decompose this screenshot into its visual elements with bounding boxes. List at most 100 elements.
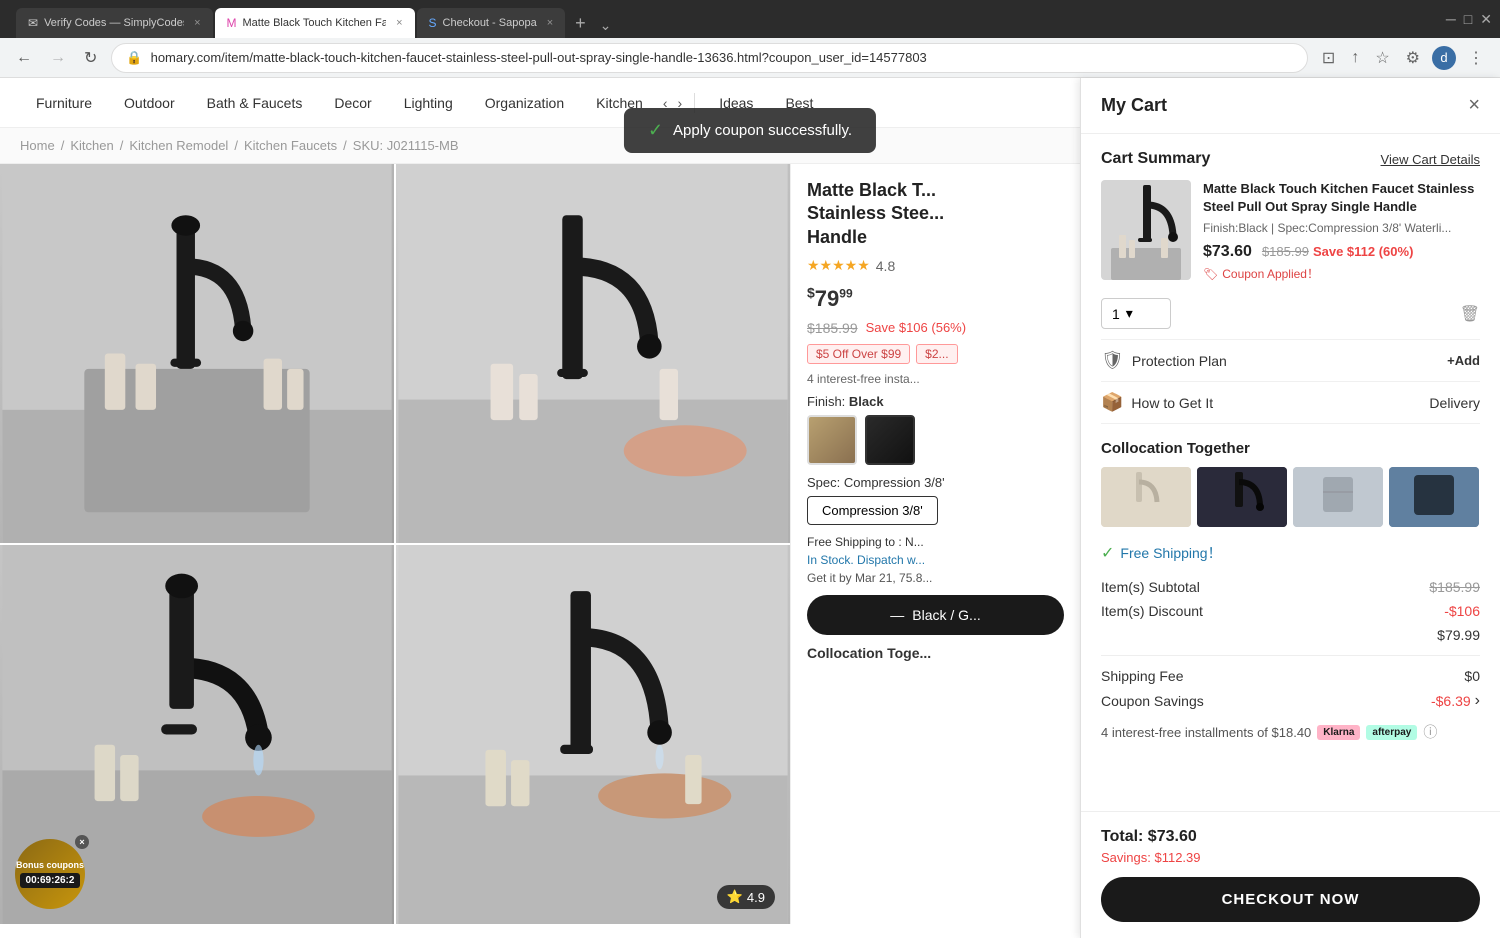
share-icon[interactable]: ↑ bbox=[1347, 45, 1363, 71]
tab-homary[interactable]: M Matte Black Touch Kitchen Faucet St...… bbox=[215, 8, 415, 38]
breadcrumb: Home / Kitchen / Kitchen Remodel / Kitch… bbox=[0, 128, 1080, 164]
reload-button[interactable]: ↻ bbox=[80, 44, 101, 72]
cart-title: My Cart bbox=[1101, 95, 1167, 116]
breadcrumb-home[interactable]: Home bbox=[20, 138, 55, 153]
main-wrapper: Furniture Outdoor Bath & Faucets Decor L… bbox=[0, 78, 1500, 938]
coupon-expand-icon[interactable]: › bbox=[1475, 692, 1480, 710]
discount-row: Item(s) Discount -$106 bbox=[1101, 599, 1480, 623]
breadcrumb-sku: SKU: J021115-MB bbox=[353, 138, 459, 153]
tab-close[interactable]: × bbox=[547, 17, 553, 29]
breadcrumb-faucets[interactable]: Kitchen Faucets bbox=[244, 138, 337, 153]
cart-item-name: Matte Black Touch Kitchen Faucet Stainle… bbox=[1203, 180, 1480, 216]
close-button[interactable]: ✕ bbox=[1480, 11, 1492, 28]
discount-value: -$106 bbox=[1444, 603, 1480, 619]
add-to-cart-button[interactable]: — Black / G... bbox=[807, 595, 1064, 635]
faucet-image-1 bbox=[0, 164, 394, 543]
nav-item-lighting[interactable]: Lighting bbox=[388, 78, 469, 128]
spec-section: Spec: Compression 3/8' Compression 3/8' bbox=[807, 475, 1064, 525]
subtotal-after-discount-row: $79.99 bbox=[1101, 623, 1480, 647]
promo-tag-1[interactable]: $5 Off Over $99 bbox=[807, 344, 910, 364]
quantity-selector[interactable]: 1 ▾ bbox=[1101, 298, 1171, 329]
cart-footer: Total: $73.60 Savings: $112.39 CHECKOUT … bbox=[1081, 811, 1500, 938]
url-bar[interactable]: 🔒 homary.com/item/matte-black-touch-kitc… bbox=[111, 43, 1308, 73]
protection-plan-left: 🛡 Protection Plan bbox=[1101, 350, 1227, 371]
breadcrumb-kitchen[interactable]: Kitchen bbox=[70, 138, 113, 153]
breadcrumb-remodel[interactable]: Kitchen Remodel bbox=[129, 138, 228, 153]
maximize-button[interactable]: □ bbox=[1464, 11, 1472, 27]
coupon-savings-row[interactable]: Coupon Savings -$6.39 › bbox=[1101, 688, 1480, 714]
installment-info-icon[interactable]: ⓘ bbox=[1423, 722, 1437, 742]
tab-label: Checkout - Sapopa bbox=[443, 17, 537, 29]
swatch-gold[interactable] bbox=[807, 415, 857, 465]
checkout-button[interactable]: CHECKOUT NOW bbox=[1101, 877, 1480, 922]
nav-item-decor[interactable]: Decor bbox=[318, 78, 387, 128]
bookmark-icon[interactable]: ☆ bbox=[1371, 44, 1393, 72]
tab-label: Verify Codes — SimplyCodes bbox=[44, 17, 184, 29]
total-row: Total: $73.60 bbox=[1101, 828, 1480, 846]
profile-icon[interactable]: d bbox=[1432, 46, 1456, 70]
tab-close[interactable]: × bbox=[396, 17, 402, 29]
cart-header: My Cart × bbox=[1081, 78, 1500, 134]
rating-value: 4.9 bbox=[747, 890, 765, 905]
nav-item-furniture[interactable]: Furniture bbox=[20, 78, 108, 128]
product-image-4[interactable]: ⭐ 4.9 bbox=[396, 545, 790, 924]
tab-overflow-button[interactable]: ⌄ bbox=[596, 13, 616, 38]
shipping-info: Free Shipping to : N... bbox=[807, 535, 1064, 549]
collocation-item-1[interactable] bbox=[1101, 467, 1191, 527]
tab-bar: ✉ Verify Codes — SimplyCodes × M Matte B… bbox=[8, 0, 1440, 38]
swatch-black[interactable] bbox=[865, 415, 915, 465]
extensions-icon[interactable]: ⚙ bbox=[1402, 44, 1424, 72]
tab-simpycodes[interactable]: ✉ Verify Codes — SimplyCodes × bbox=[16, 8, 213, 38]
nav-item-organization[interactable]: Organization bbox=[469, 78, 580, 128]
collocation-item-4[interactable] bbox=[1389, 467, 1479, 527]
coupon-icon: 🏷 bbox=[1203, 267, 1218, 281]
delivery-value[interactable]: Delivery bbox=[1429, 395, 1480, 411]
back-button[interactable]: ← bbox=[12, 45, 36, 71]
bonus-close[interactable]: × bbox=[75, 835, 89, 849]
cart-item-pricing: $73.60 $185.99 Save $112 (60%) bbox=[1203, 243, 1480, 261]
rating-section: ★★★★★ 4.8 bbox=[807, 257, 1064, 274]
forward-button[interactable]: → bbox=[46, 45, 70, 71]
spec-label: Spec: Compression 3/8' bbox=[807, 475, 1064, 490]
price-breakdown: Item(s) Subtotal $185.99 Item(s) Discoun… bbox=[1101, 575, 1480, 714]
collocation-item-3[interactable] bbox=[1293, 467, 1383, 527]
lock-icon: 🔒 bbox=[126, 50, 142, 66]
cart-item-save: Save $112 (60%) bbox=[1313, 244, 1413, 259]
promo-tag-2[interactable]: $2... bbox=[916, 344, 957, 364]
tab-sapopa[interactable]: S Checkout - Sapopa × bbox=[417, 8, 566, 38]
add-protection-button[interactable]: +Add bbox=[1447, 353, 1480, 368]
stock-info: In Stock. Dispatch w... bbox=[807, 553, 1064, 567]
cart-close-button[interactable]: × bbox=[1468, 94, 1480, 117]
product-image-2[interactable] bbox=[396, 164, 790, 543]
main-nav: Furniture Outdoor Bath & Faucets Decor L… bbox=[0, 78, 1080, 128]
product-image-1[interactable] bbox=[0, 164, 394, 543]
promo-tags: $5 Off Over $99 $2... bbox=[807, 344, 1064, 364]
collocation-header: Collocation Together bbox=[1101, 440, 1480, 457]
bonus-timer: 00:69:26:2 bbox=[20, 873, 81, 888]
product-image-3[interactable]: × Bonus coupons 00:69:26:2 bbox=[0, 545, 394, 924]
product-title: Matte Black T...Stainless Stee...Handle bbox=[807, 179, 1064, 249]
nav-item-bath-faucets[interactable]: Bath & Faucets bbox=[191, 78, 319, 128]
rating-badge: ⭐ 4.9 bbox=[717, 885, 775, 909]
tab-favicon: M bbox=[227, 16, 237, 30]
collocation-item-2[interactable] bbox=[1197, 467, 1287, 527]
view-cart-link[interactable]: View Cart Details bbox=[1381, 152, 1480, 167]
new-tab-button[interactable]: + bbox=[567, 9, 594, 38]
cart-summary-header: Cart Summary View Cart Details bbox=[1101, 150, 1480, 168]
free-shipping-text: Free Shipping！ bbox=[1120, 543, 1221, 563]
delete-item-button[interactable]: 🗑 bbox=[1460, 304, 1480, 324]
spec-button[interactable]: Compression 3/8' bbox=[807, 496, 938, 525]
collocation-img-2 bbox=[1197, 467, 1287, 527]
menu-icon[interactable]: ⋮ bbox=[1464, 44, 1488, 72]
breadcrumb-sep: / bbox=[343, 138, 347, 153]
minimize-button[interactable]: ─ bbox=[1446, 11, 1456, 27]
free-shipping-check-icon: ✓ bbox=[1101, 543, 1114, 563]
protection-plan-row: 🛡 Protection Plan +Add bbox=[1101, 339, 1480, 381]
nav-item-outdoor[interactable]: Outdoor bbox=[108, 78, 191, 128]
free-shipping-badge: ✓ Free Shipping！ bbox=[1101, 543, 1480, 563]
collocation-items bbox=[1101, 467, 1480, 527]
breadcrumb-sep: / bbox=[120, 138, 124, 153]
cart-summary-title: Cart Summary bbox=[1101, 150, 1210, 168]
tab-close[interactable]: × bbox=[194, 17, 200, 29]
cast-icon[interactable]: ⊡ bbox=[1318, 44, 1339, 72]
